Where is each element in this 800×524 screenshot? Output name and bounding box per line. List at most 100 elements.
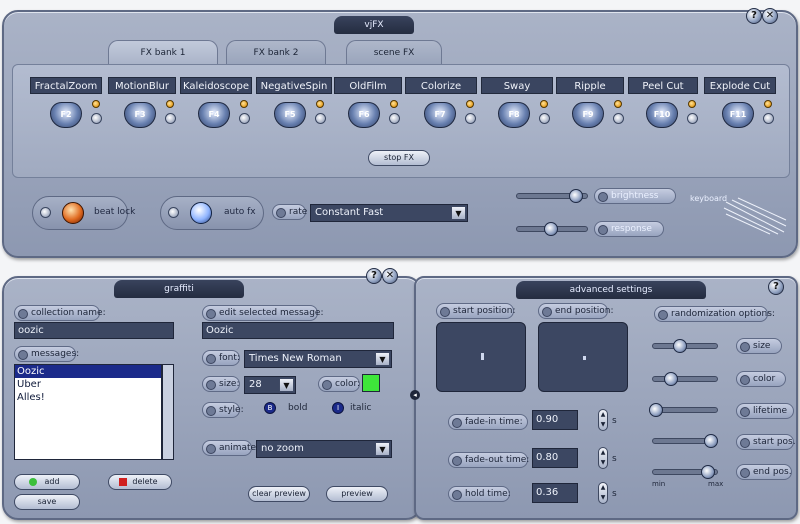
hold-time-stepper[interactable]: ▲ ▼ [598,482,608,504]
rate-select[interactable]: Constant Fast ▼ [310,204,468,222]
rate-label: rate [272,204,308,220]
brightness-label: brightness [594,188,676,204]
color-swatch[interactable] [362,374,380,392]
italic-toggle[interactable]: I [332,402,344,414]
beat-lock-orb-icon [62,202,84,224]
animate-label-text: animate: [219,443,260,453]
chevron-down-icon[interactable]: ▼ [375,442,390,456]
fx-option-knob[interactable] [91,113,102,124]
chevron-down-icon[interactable]: ▼ [451,206,466,220]
fx-button-kaleidoscope[interactable]: F4 [198,102,230,128]
color-label-text: color: [335,379,361,389]
clear-preview-button[interactable]: clear preview [248,486,310,502]
fx-option-knob[interactable] [389,113,400,124]
end-position-pad[interactable] [538,322,628,392]
fx-option-knob[interactable] [613,113,624,124]
fx-option-knob[interactable] [687,113,698,124]
fx-button-sway[interactable]: F8 [498,102,530,128]
random-end-pos-knob[interactable] [701,465,715,479]
chevron-down-icon[interactable]: ▼ [375,352,390,366]
size-select[interactable]: 28 ▼ [244,376,296,394]
messages-label-text: messages: [31,349,80,359]
fx-label-ripple: Ripple [556,77,624,94]
fx-label-negativespin: NegativeSpin [256,77,332,94]
message-item[interactable]: Uber [15,378,161,391]
advanced-help-button[interactable]: ? [768,279,784,295]
animate-select[interactable]: no zoom ▼ [256,440,392,458]
fx-active-led [240,100,248,108]
rate-label-text: rate [289,207,308,217]
hold-time-label: hold time: [448,486,511,502]
random-lifetime-label: lifetime [736,403,794,419]
edit-message-input[interactable]: Oozic [202,322,394,339]
chevron-down-icon[interactable]: ▼ [279,378,294,392]
vjfx-titlebar[interactable]: vjFX [334,16,414,34]
fx-button-negativespin[interactable]: F5 [274,102,306,128]
delete-button[interactable]: delete [108,474,172,490]
tab-fx-bank-2[interactable]: FX bank 2 [226,40,326,64]
fade-in-stepper[interactable]: ▲ ▼ [598,409,608,431]
add-button-label: add [44,477,60,486]
random-lifetime-knob[interactable] [649,403,663,417]
keyboard-icon[interactable] [722,196,788,236]
fx-button-ripple[interactable]: F9 [572,102,604,128]
edit-message-label-text: edit selected message: [219,308,324,318]
font-label-text: font: [219,353,240,363]
fx-option-knob[interactable] [239,113,250,124]
start-position-pad[interactable] [436,322,526,392]
graffiti-help-button[interactable]: ? [366,268,382,284]
vjfx-close-button[interactable]: ✕ [762,8,778,24]
stop-fx-button[interactable]: stop FX [368,150,430,166]
auto-fx-toggle[interactable] [168,207,179,218]
random-start-pos-knob[interactable] [704,434,718,448]
preview-button[interactable]: preview [326,486,388,502]
fx-option-knob[interactable] [315,113,326,124]
tab-fx-bank-1[interactable]: FX bank 1 [108,40,218,64]
fx-label-peel-cut: Peel Cut [628,77,698,94]
fade-in-input[interactable]: 0.90 [532,410,578,430]
fx-button-motionblur[interactable]: F3 [124,102,156,128]
brightness-label-text: brightness [611,191,659,201]
fx-option-knob[interactable] [539,113,550,124]
save-button-label: save [37,497,57,506]
brightness-knob[interactable] [569,189,583,203]
bold-toggle[interactable]: B [264,402,276,414]
fx-button-peel-cut[interactable]: F10 [646,102,678,128]
fade-out-input[interactable]: 0.80 [532,448,578,468]
fx-option-knob[interactable] [165,113,176,124]
message-item[interactable]: Alles! [15,391,161,404]
response-knob[interactable] [544,222,558,236]
random-size-knob[interactable] [673,339,687,353]
beat-lock-toggle[interactable] [40,207,51,218]
graffiti-close-button[interactable]: ✕ [382,268,398,284]
fx-button-oldfilm[interactable]: F6 [348,102,380,128]
style-label-text: style: [219,405,244,415]
fade-in-unit: s [612,416,617,426]
hold-time-input[interactable]: 0.36 [532,483,578,503]
fx-active-led [166,100,174,108]
random-color-knob[interactable] [664,372,678,386]
random-color-label: color [736,371,786,387]
fx-button-explode-cut[interactable]: F11 [722,102,754,128]
graffiti-titlebar[interactable]: graffiti [114,280,244,298]
font-select[interactable]: Times New Roman ▼ [244,350,392,368]
message-item[interactable]: Oozic [15,365,161,378]
vjfx-help-button[interactable]: ? [746,8,762,24]
fade-out-stepper[interactable]: ▲ ▼ [598,447,608,469]
start-position-marker[interactable] [481,353,484,360]
tab-scene-fx[interactable]: scene FX [346,40,442,64]
fx-button-fractalzoom[interactable]: F2 [50,102,82,128]
fx-button-colorize[interactable]: F7 [424,102,456,128]
random-color-slider[interactable] [652,376,718,382]
fx-option-knob[interactable] [763,113,774,124]
advanced-settings-titlebar[interactable]: advanced settings [516,281,706,299]
messages-list[interactable]: Oozic Uber Alles! [14,364,162,460]
random-start-pos-label: start pos. [736,434,796,450]
end-position-marker[interactable] [583,356,586,360]
fx-option-knob[interactable] [465,113,476,124]
messages-scrollbar[interactable] [162,364,174,460]
add-button[interactable]: add [14,474,80,490]
size-label: size: [202,376,240,392]
save-button[interactable]: save [14,494,80,510]
collection-name-input[interactable]: oozic [14,322,174,339]
